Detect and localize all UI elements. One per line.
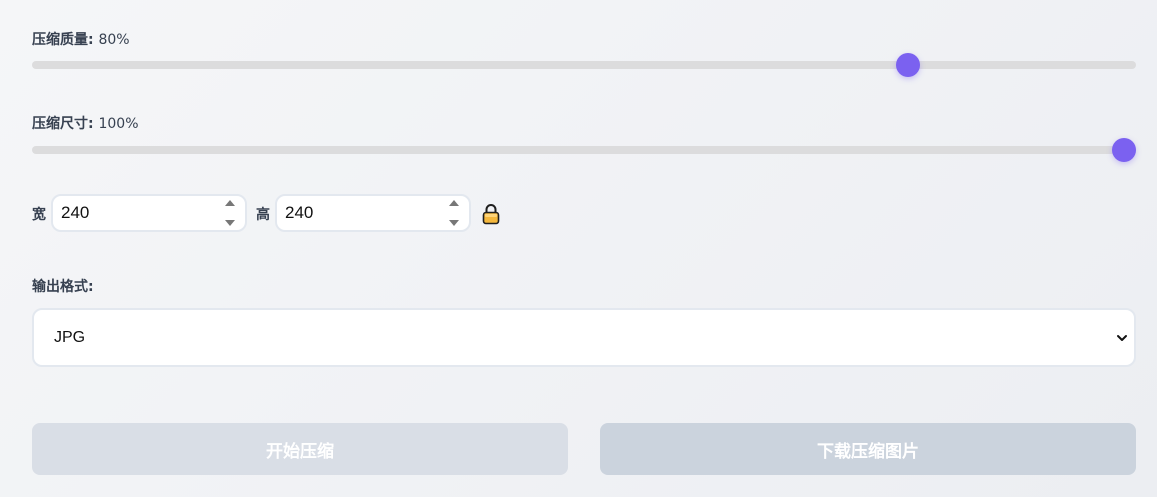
size-value: 100% <box>98 116 139 132</box>
format-label: 输出格式: <box>32 279 94 295</box>
height-decrement-icon[interactable] <box>449 220 459 226</box>
size-label-text: 压缩尺寸: <box>32 116 94 132</box>
size-slider-thumb[interactable] <box>1112 138 1136 162</box>
height-stepper[interactable] <box>447 200 461 226</box>
download-compressed-button[interactable]: 下载压缩图片 <box>600 423 1136 475</box>
format-select[interactable]: JPG <box>32 308 1136 367</box>
quality-label-text: 压缩质量: <box>32 32 94 48</box>
width-stepper[interactable] <box>223 200 237 226</box>
quality-slider-thumb[interactable] <box>896 53 920 77</box>
width-label: 宽 <box>32 207 46 223</box>
height-input[interactable]: 240 <box>275 194 471 232</box>
width-decrement-icon[interactable] <box>225 220 235 226</box>
width-input[interactable]: 240 <box>51 194 247 232</box>
format-selected-value: JPG <box>54 329 86 346</box>
width-input-value[interactable]: 240 <box>53 203 223 223</box>
size-slider[interactable] <box>32 138 1136 162</box>
quality-label: 压缩质量: 80% <box>32 29 130 49</box>
quality-slider[interactable] <box>32 53 1136 77</box>
start-compress-button[interactable]: 开始压缩 <box>32 423 568 475</box>
size-label: 压缩尺寸: 100% <box>32 113 139 133</box>
quality-value: 80% <box>98 32 130 48</box>
height-input-value[interactable]: 240 <box>277 203 447 223</box>
height-increment-icon[interactable] <box>449 200 459 206</box>
chevron-down-icon <box>1117 335 1127 341</box>
height-label: 高 <box>256 207 270 223</box>
width-increment-icon[interactable] <box>225 200 235 206</box>
lock-icon[interactable] <box>482 203 500 225</box>
